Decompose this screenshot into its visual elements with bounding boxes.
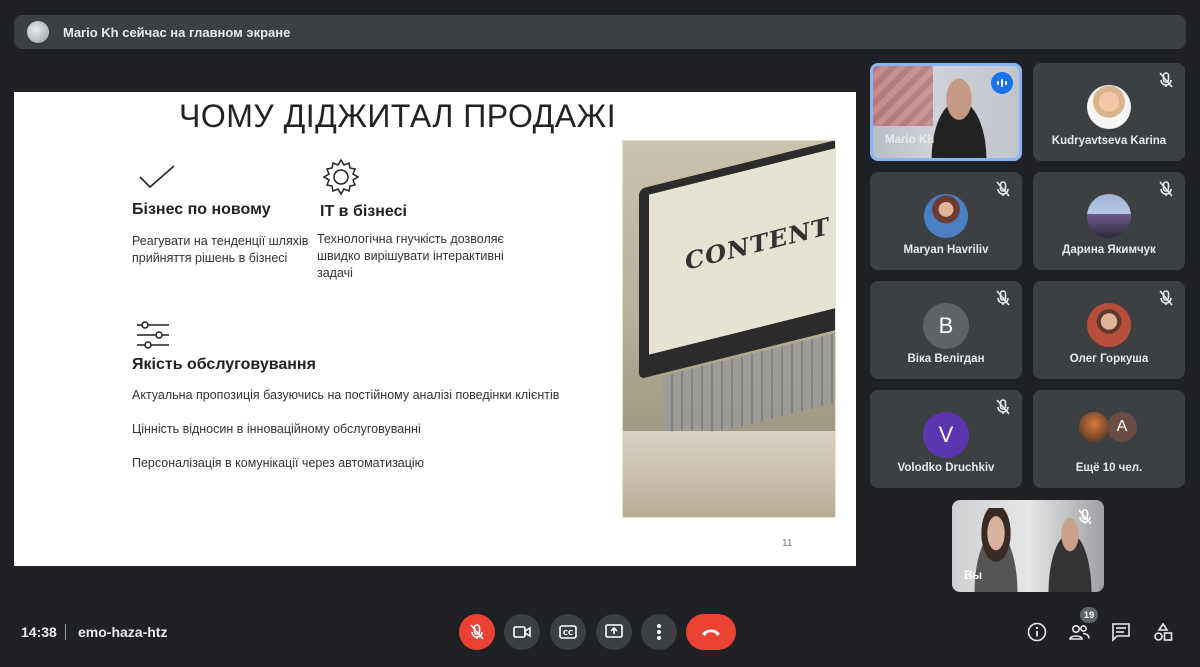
- self-view-tile[interactable]: Вы: [952, 500, 1104, 592]
- mic-off-icon: [996, 181, 1010, 197]
- check-icon: [139, 165, 175, 189]
- svg-text:CC: CC: [563, 629, 573, 637]
- participant-name: Kudryavtseva Karina: [1051, 135, 1167, 147]
- mic-off-icon: [1159, 290, 1173, 306]
- participant-avatar: [924, 194, 968, 238]
- participant-letter-avatar: V: [923, 412, 969, 458]
- slide-bullet: Актуальна пропозиція базуючись на постій…: [132, 388, 560, 402]
- leave-call-button[interactable]: [686, 614, 736, 650]
- participant-tile-maryan[interactable]: Maryan Havriliv: [870, 172, 1022, 270]
- participant-letter-avatar: B: [923, 303, 969, 349]
- mic-off-icon: [1078, 509, 1092, 525]
- participant-avatar: [1087, 194, 1131, 238]
- participant-name: Ещё 10 чел.: [1075, 462, 1143, 474]
- laptop-photo: CONTENT: [622, 140, 836, 518]
- people-icon: [1069, 624, 1090, 640]
- more-options-button[interactable]: [641, 614, 677, 650]
- gear-icon: [322, 158, 360, 196]
- captions-button[interactable]: CC: [550, 614, 586, 650]
- participant-name: Дарина Якимчук: [1062, 244, 1156, 256]
- participant-tile-vika[interactable]: B Віка Велігдан: [870, 281, 1022, 379]
- presenting-text: Mario Kh сейчас на главном экране: [63, 24, 291, 40]
- feature-desc-it: Технологічна гнучкість дозволяє швидко в…: [317, 232, 504, 280]
- chat-button[interactable]: [1109, 620, 1133, 644]
- others-avatars: A: [1079, 412, 1141, 442]
- presenting-banner: Mario Kh сейчас на главном экране: [14, 15, 1186, 49]
- presenter-avatar: [27, 21, 49, 43]
- participant-name: Віка Велігдан: [907, 353, 985, 365]
- feature-desc-business: Реагувати на тенденції шляхів прийняття …: [132, 234, 309, 265]
- camera-icon: [513, 626, 531, 638]
- participant-letter-avatar: A: [1107, 412, 1137, 442]
- chat-icon: [1112, 623, 1130, 642]
- participant-name: Олег Горкуша: [1069, 353, 1149, 365]
- participant-tile-mario[interactable]: Mario Kh: [870, 63, 1022, 161]
- participant-avatar: [1079, 412, 1109, 442]
- more-vert-icon: [657, 624, 661, 640]
- self-name: Вы: [964, 570, 983, 582]
- participant-tile-others[interactable]: A Ещё 10 чел.: [1033, 390, 1185, 488]
- info-icon: [1027, 622, 1047, 642]
- captions-icon: CC: [559, 625, 577, 639]
- meeting-time: 14:38: [21, 624, 57, 640]
- slide-bullet: Цінність відносин в інноваційному обслуг…: [132, 422, 421, 436]
- presentation-slide: ЧОМУ ДІДЖИТАЛ ПРОДАЖІ Бізнес по новому Р…: [14, 92, 856, 566]
- participant-count-badge: 19: [1080, 607, 1098, 623]
- speaking-indicator-icon: [991, 72, 1013, 94]
- participant-avatar: [1087, 85, 1131, 129]
- participants-button[interactable]: [1067, 620, 1091, 644]
- participant-tile-oleh[interactable]: Олег Горкуша: [1033, 281, 1185, 379]
- feature-heading-service: Якість обслуговування: [132, 356, 316, 373]
- mic-off-icon: [470, 624, 484, 640]
- slide-title: ЧОМУ ДІДЖИТАЛ ПРОДАЖІ: [179, 98, 617, 134]
- activities-icon: [1154, 622, 1173, 641]
- camera-toggle-button[interactable]: [504, 614, 540, 650]
- slide-bullet: Персоналізація в комунікації через автом…: [132, 456, 425, 470]
- participant-tile-karina[interactable]: Kudryavtseva Karina: [1033, 63, 1185, 161]
- present-screen-button[interactable]: [596, 614, 632, 650]
- participant-avatar: [1087, 303, 1131, 347]
- mic-off-icon: [1159, 181, 1173, 197]
- present-screen-icon: [605, 624, 623, 638]
- meeting-code: emo-haza-htz: [78, 624, 168, 640]
- sliders-icon: [137, 321, 169, 349]
- participant-name: Mario Kh: [885, 134, 935, 146]
- feature-heading-business: Бізнес по новому: [132, 201, 271, 218]
- participant-name: Volodko Druchkiv: [897, 462, 995, 474]
- meeting-details-button[interactable]: [1025, 620, 1049, 644]
- mic-toggle-button[interactable]: [459, 614, 495, 650]
- mic-off-icon: [996, 290, 1010, 306]
- participant-name: Maryan Havriliv: [903, 244, 989, 256]
- feature-heading-it: ІТ в бізнесі: [320, 203, 407, 220]
- mic-off-icon: [996, 399, 1010, 415]
- divider: [65, 624, 66, 640]
- participant-tile-daryna[interactable]: Дарина Якимчук: [1033, 172, 1185, 270]
- hangup-icon: [702, 629, 720, 636]
- mic-off-icon: [1159, 72, 1173, 88]
- participant-tile-volodko[interactable]: V Volodko Druchkiv: [870, 390, 1022, 488]
- slide-page-number: 11: [782, 538, 793, 549]
- activities-button[interactable]: [1151, 620, 1175, 644]
